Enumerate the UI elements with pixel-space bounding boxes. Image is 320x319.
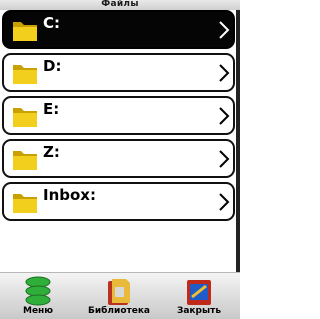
menu-softkey[interactable]: Меню xyxy=(10,273,66,319)
chevron-right-icon xyxy=(219,193,230,211)
softkey-bar: Меню Библиотека Закрыть xyxy=(0,272,240,319)
folder-icon xyxy=(13,22,37,41)
folder-icon xyxy=(13,65,37,84)
library-softkey[interactable]: Библиотека xyxy=(84,273,154,319)
drive-item-z[interactable]: Z: xyxy=(2,139,235,178)
close-softkey[interactable]: Закрыть xyxy=(168,273,230,319)
drive-item-inbox[interactable]: Inbox: xyxy=(2,182,235,221)
folder-icon xyxy=(13,151,37,170)
drive-list: C: D: E: Z: Inbox: xyxy=(2,10,235,225)
chevron-right-icon xyxy=(219,107,230,125)
folder-icon xyxy=(13,194,37,213)
menu-label: Меню xyxy=(22,306,54,316)
menu-icon xyxy=(25,276,51,306)
drive-label: C: xyxy=(43,14,61,32)
scrollbar[interactable] xyxy=(236,10,240,272)
drive-label: Inbox: xyxy=(43,186,96,204)
drive-label: E: xyxy=(43,100,60,118)
chevron-right-icon xyxy=(219,21,230,39)
close-folder-icon xyxy=(187,280,211,305)
window-title: Файлы xyxy=(0,0,240,10)
drive-item-d[interactable]: D: xyxy=(2,53,235,92)
scrollbar-thumb[interactable] xyxy=(236,10,240,272)
drive-item-c[interactable]: C: xyxy=(2,10,235,49)
library-label: Библиотека xyxy=(87,306,151,316)
drive-label: Z: xyxy=(43,143,60,161)
drive-item-e[interactable]: E: xyxy=(2,96,235,135)
chevron-right-icon xyxy=(219,64,230,82)
close-label: Закрыть xyxy=(176,306,222,316)
drive-label: D: xyxy=(43,57,62,75)
library-icon xyxy=(108,279,130,305)
folder-icon xyxy=(13,108,37,127)
chevron-right-icon xyxy=(219,150,230,168)
